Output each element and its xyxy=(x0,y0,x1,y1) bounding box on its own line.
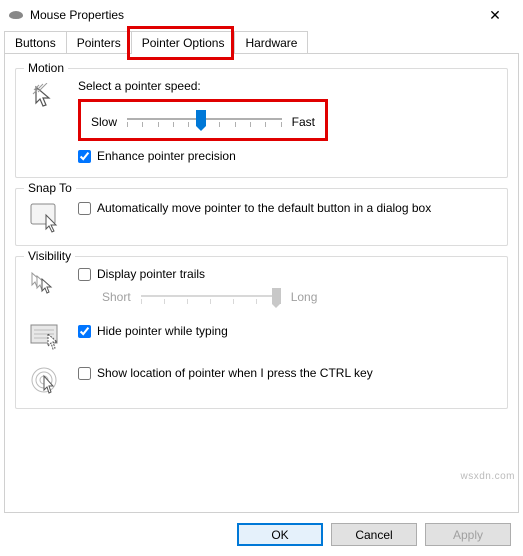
tab-pointer-options[interactable]: Pointer Options xyxy=(131,31,236,54)
pointer-trails-checkbox[interactable] xyxy=(78,268,91,281)
ok-button[interactable]: OK xyxy=(237,523,323,546)
speed-slider-thumb[interactable] xyxy=(196,110,206,126)
ctrl-locate-checkbox[interactable] xyxy=(78,367,91,380)
tab-hardware[interactable]: Hardware xyxy=(234,31,308,54)
enhance-precision-checkbox[interactable] xyxy=(78,150,91,163)
cancel-button[interactable]: Cancel xyxy=(331,523,417,546)
mouse-icon xyxy=(8,10,24,20)
trails-short-label: Short xyxy=(102,290,131,304)
enhance-precision-label: Enhance pointer precision xyxy=(97,149,236,165)
slow-label: Slow xyxy=(91,115,117,129)
group-title-visibility: Visibility xyxy=(24,249,75,263)
group-snap-to: Snap To Automatically move pointer to th… xyxy=(15,188,508,246)
speed-label: Select a pointer speed: xyxy=(78,79,497,93)
window-title: Mouse Properties xyxy=(30,8,475,22)
trails-long-label: Long xyxy=(291,290,318,304)
group-title-motion: Motion xyxy=(24,61,68,75)
pointer-trails-icon xyxy=(26,267,66,301)
hide-typing-checkbox[interactable] xyxy=(78,325,91,338)
title-bar: Mouse Properties ✕ xyxy=(0,0,523,30)
close-button[interactable]: ✕ xyxy=(475,7,515,24)
tab-buttons[interactable]: Buttons xyxy=(4,31,67,54)
group-title-snap: Snap To xyxy=(24,181,76,195)
snap-to-label: Automatically move pointer to the defaul… xyxy=(97,201,431,217)
apply-button: Apply xyxy=(425,523,511,546)
pointer-speed-icon xyxy=(26,79,66,111)
dialog-buttons: OK Cancel Apply xyxy=(0,513,523,556)
hide-typing-icon xyxy=(26,320,66,350)
speed-slider[interactable] xyxy=(127,108,282,136)
group-visibility: Visibility Display pointer trails Short xyxy=(15,256,508,410)
tab-strip: Buttons Pointers Pointer Options Hardwar… xyxy=(0,30,523,53)
tab-panel: Motion Select a pointer speed: Slow Fast xyxy=(4,53,519,513)
trails-slider xyxy=(141,286,281,308)
highlight-box-speed: Slow Fast xyxy=(78,99,328,141)
snap-to-icon xyxy=(26,199,66,233)
pointer-trails-label: Display pointer trails xyxy=(97,267,205,283)
ctrl-locate-label: Show location of pointer when I press th… xyxy=(97,366,373,382)
group-motion: Motion Select a pointer speed: Slow Fast xyxy=(15,68,508,178)
hide-typing-label: Hide pointer while typing xyxy=(97,324,228,340)
snap-to-checkbox[interactable] xyxy=(78,202,91,215)
fast-label: Fast xyxy=(292,115,315,129)
trails-slider-thumb xyxy=(272,288,281,304)
tab-pointers[interactable]: Pointers xyxy=(66,31,132,54)
ctrl-locate-icon xyxy=(26,362,66,396)
